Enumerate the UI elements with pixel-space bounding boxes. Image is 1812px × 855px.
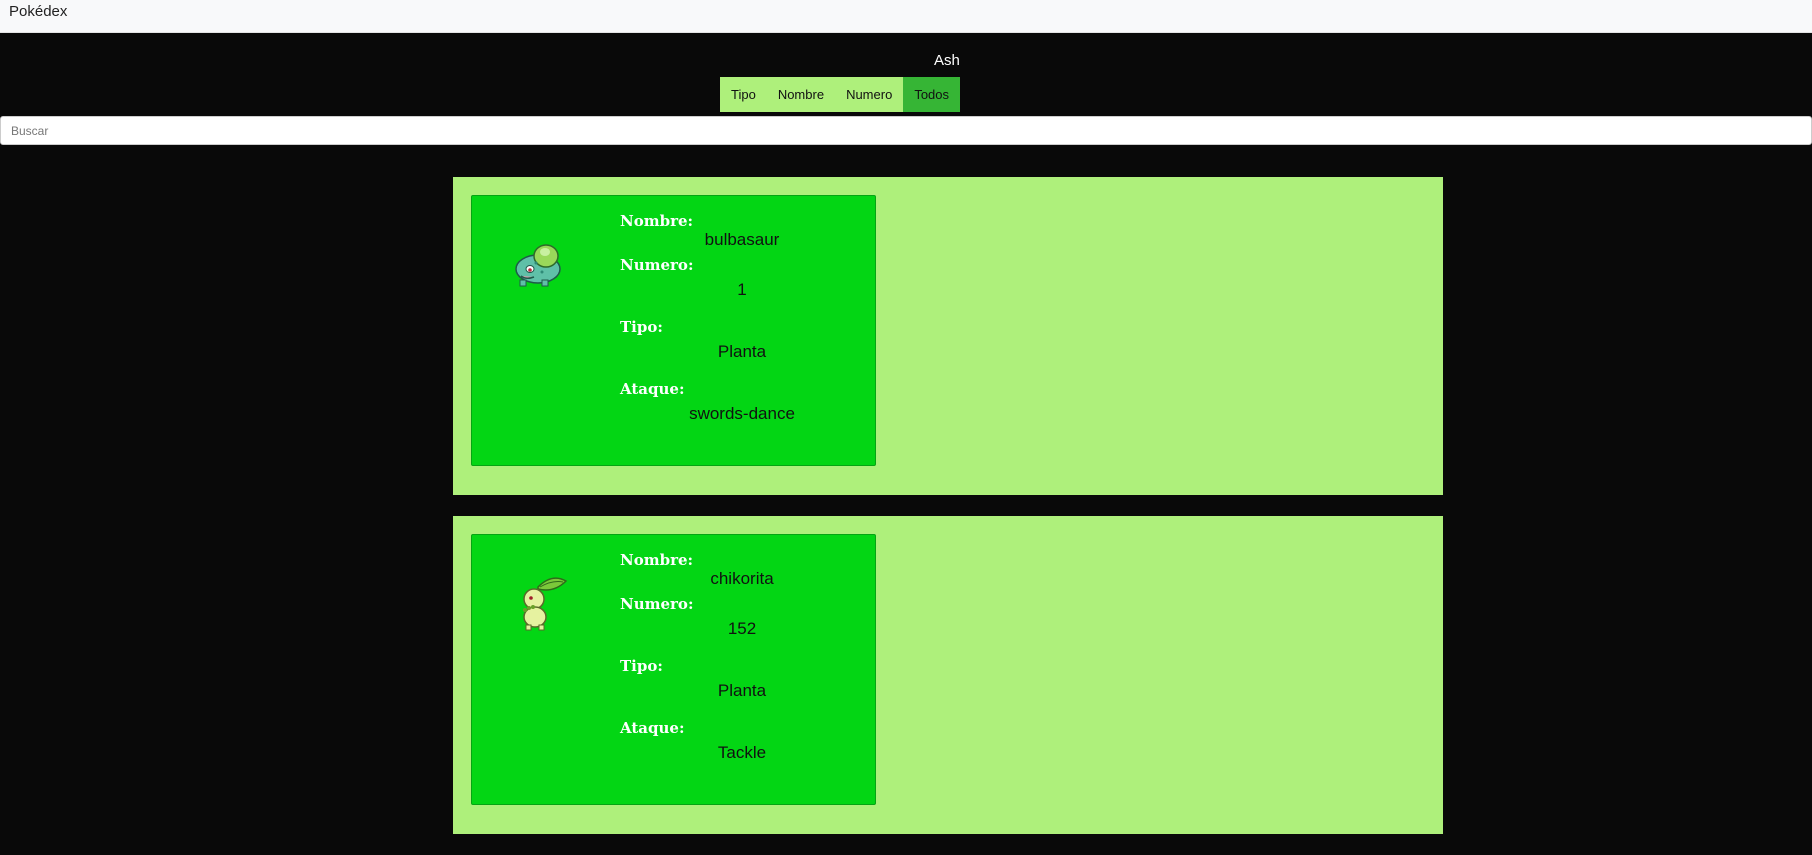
filter-nombre-button[interactable]: Nombre bbox=[766, 77, 836, 112]
chikorita-sprite-icon bbox=[523, 577, 568, 631]
pokemon-type: Planta bbox=[717, 342, 767, 361]
attack-label: Ataque: bbox=[620, 380, 685, 398]
pokemon-panel: Nombre: chikorita Numero: 152 Tipo: Plan… bbox=[453, 516, 1443, 834]
filter-numero-button[interactable]: Numero bbox=[835, 77, 904, 112]
name-label: Nombre: bbox=[620, 551, 694, 569]
number-label: Numero: bbox=[620, 256, 694, 274]
navbar: Pokédex bbox=[0, 0, 1812, 33]
number-label: Numero: bbox=[620, 595, 694, 613]
bulbasaur-sprite-icon bbox=[515, 244, 561, 287]
pokemon-card: Nombre: bulbasaur Numero: 1 Tipo: Planta… bbox=[471, 195, 876, 466]
user-name: Ash bbox=[934, 52, 960, 69]
brand-title[interactable]: Pokédex bbox=[9, 4, 67, 19]
pokemon-card: Nombre: chikorita Numero: 152 Tipo: Plan… bbox=[471, 534, 876, 805]
filter-tipo-button[interactable]: Tipo bbox=[720, 77, 767, 112]
pokemon-attack: swords-dance bbox=[689, 404, 795, 423]
pokemon-type: Planta bbox=[717, 681, 767, 700]
search-input[interactable] bbox=[0, 116, 1812, 145]
pokemon-number: 1 bbox=[737, 280, 747, 299]
filter-todos-button[interactable]: Todos bbox=[903, 77, 961, 112]
pokemon-info: Nombre: bulbasaur Numero: 1 Tipo: Planta… bbox=[620, 212, 864, 424]
filter-button-group: Tipo Nombre Numero Todos bbox=[720, 77, 961, 112]
pokemon-attack: Tackle bbox=[717, 743, 767, 762]
pokemon-name: bulbasaur bbox=[704, 230, 780, 249]
pokemon-info: Nombre: chikorita Numero: 152 Tipo: Plan… bbox=[620, 551, 864, 763]
pokemon-panel: Nombre: bulbasaur Numero: 1 Tipo: Planta… bbox=[453, 177, 1443, 495]
attack-label: Ataque: bbox=[620, 719, 685, 737]
pokemon-number: 152 bbox=[727, 619, 757, 638]
results-list: Nombre: bulbasaur Numero: 1 Tipo: Planta… bbox=[453, 177, 1443, 855]
type-label: Tipo: bbox=[620, 318, 663, 336]
name-label: Nombre: bbox=[620, 212, 694, 230]
pokemon-name: chikorita bbox=[710, 569, 774, 588]
type-label: Tipo: bbox=[620, 657, 663, 675]
